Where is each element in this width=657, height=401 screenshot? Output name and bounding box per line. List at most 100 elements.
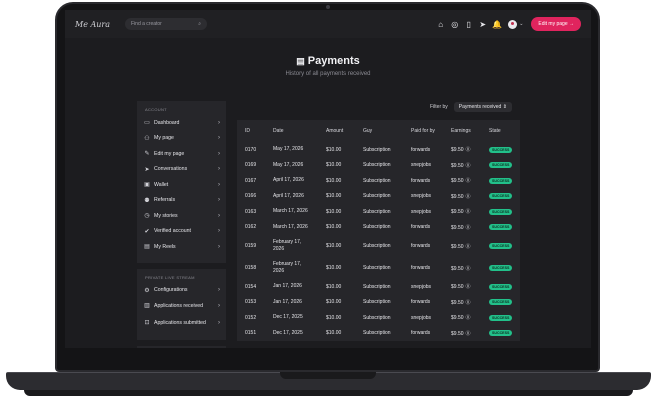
cell-type: Subscription [363, 208, 391, 215]
users-icon: ⚉ [144, 197, 150, 204]
cell-amount: $10.00 [326, 265, 342, 271]
send-icon[interactable]: ➤ [478, 20, 487, 29]
sidebar-item-referrals[interactable]: ⚉ Referrals › [137, 193, 226, 209]
earnings-value: $9.50 [451, 147, 464, 154]
home-icon[interactable]: ⌂ [436, 20, 445, 29]
cell-id: 0159 [245, 243, 257, 249]
earnings-value: $9.50 [451, 265, 464, 272]
compass-icon[interactable]: ◎ [450, 20, 459, 29]
bell-icon[interactable]: 🔔 [492, 20, 502, 29]
info-icon[interactable]: ⓪ [466, 284, 471, 290]
cell-type: Subscription [363, 224, 391, 231]
info-icon[interactable]: ⓪ [466, 163, 471, 169]
search-icon[interactable]: ⌕ [198, 21, 201, 27]
sidebar-item-edit-my-page[interactable]: ✎ Edit my page › [137, 146, 226, 162]
cell-amount: $10.00 [326, 283, 342, 290]
laptop-frame: Me Aura ⌕ ⌂ ◎ ▯ ➤ 🔔 ⌄ Edit my page → ▤Pa… [0, 0, 657, 401]
sidebar-item-my-page[interactable]: ⚇ My page › [137, 131, 226, 147]
sidebar-item-applications-submitted[interactable]: ⊡ Applications submitted › [137, 314, 226, 332]
cell-type: Subscription [363, 265, 391, 271]
sidebar-item-label: My stories [154, 212, 178, 219]
sidebar-item-my-stories[interactable]: ◷ My stories › [137, 208, 226, 224]
sidebar-section-header: PRIVATE LIVE STREAM [145, 274, 195, 280]
chevron-right-icon: › [218, 319, 220, 326]
sidebar-item-label: Applications received [154, 302, 204, 309]
info-icon[interactable]: ⓪ [466, 194, 471, 200]
cell-state: SUCCESS [481, 224, 520, 231]
gear-icon: ⚙ [144, 287, 150, 294]
sidebar: ACCOUNT ▭ Dashboard › ⚇ My page › ✎ Edit my p… [137, 101, 226, 348]
cell-earnings: $9.50 ⓪ [443, 193, 481, 200]
info-icon[interactable]: ⓪ [466, 315, 471, 321]
user-icon: ⚇ [144, 135, 150, 142]
avatar[interactable] [508, 19, 518, 29]
cell-paid-by: forwards [411, 177, 431, 184]
cell-type: Subscription [363, 330, 391, 337]
info-icon[interactable]: ⓪ [466, 244, 471, 250]
status-badge: SUCCESS [489, 177, 513, 184]
cell-paid-by: snepjobs [411, 193, 432, 200]
table-row: 0159 February 17, 2026 $10.00 Subscription f… [237, 235, 520, 257]
table-row: 0163 March 17, 2026 $10.00 Subscription snep… [237, 204, 520, 220]
sidebar-item-verified-account[interactable]: ✔ Verified account › [137, 224, 226, 240]
sidebar-live-section: PRIVATE LIVE STREAM ⚙ Configurations › ▥ Ap… [137, 268, 226, 335]
cell-id: 0170 [245, 146, 257, 153]
info-icon[interactable]: ⓪ [466, 178, 471, 184]
laptop-foot [24, 390, 633, 396]
table-row: 0169 May 17, 2026 $10.00 Subscription snepjo… [237, 158, 520, 174]
search-box[interactable]: ⌕ [125, 18, 207, 30]
cell-id: 0154 [245, 283, 257, 290]
cell-id: 0151 [245, 330, 257, 337]
info-icon[interactable]: ⓪ [466, 225, 471, 231]
send-icon: ➤ [144, 166, 150, 173]
cell-type: Subscription [363, 243, 391, 249]
earnings-value: $9.50 [451, 224, 464, 231]
chevron-right-icon: › [218, 243, 220, 250]
sidebar-item-wallet[interactable]: ▣ Wallet › [137, 177, 226, 193]
chevron-right-icon: › [218, 212, 220, 219]
sidebar-item-label: Edit my page [154, 150, 185, 157]
info-icon[interactable]: ⓪ [466, 209, 471, 215]
earnings-value: $9.50 [451, 162, 464, 169]
status-badge: SUCCESS [489, 146, 513, 153]
cell-id: 0152 [245, 314, 257, 321]
logo[interactable]: Me Aura [75, 20, 115, 29]
cell-state: SUCCESS [481, 265, 520, 271]
info-icon[interactable]: ⓪ [466, 147, 471, 153]
cell-earnings: $9.50 ⓪ [443, 177, 481, 184]
earnings-value: $9.50 [451, 330, 464, 337]
filter-select[interactable]: Payments received ⇕ [453, 102, 512, 112]
sidebar-item-my-reels[interactable]: ▤ My Reels › [137, 239, 226, 255]
cell-amount: $10.00 [326, 330, 342, 337]
edit-my-page-button[interactable]: Edit my page → [531, 17, 581, 31]
cell-id: 0153 [245, 299, 257, 306]
nav-icons: ⌂ ◎ ▯ ➤ 🔔 ⌄ Edit my page → [431, 17, 581, 31]
header-amount: Amount [326, 128, 344, 134]
cell-amount: $10.00 [326, 299, 342, 306]
header-state: State [489, 128, 501, 134]
info-icon[interactable]: ⓪ [466, 266, 471, 272]
cell-state: SUCCESS [481, 243, 520, 249]
laptop-notch [280, 372, 376, 379]
cell-paid-by: forwards [411, 265, 431, 271]
chevron-down-icon[interactable]: ⌄ [519, 21, 523, 27]
cell-amount: $10.00 [326, 314, 342, 321]
status-badge: SUCCESS [489, 265, 513, 271]
header-earnings: Earnings [451, 128, 471, 134]
sidebar-item-conversations[interactable]: ➤ Conversations › [137, 162, 226, 178]
cell-id: 0158 [245, 265, 257, 271]
sidebar-item-configurations[interactable]: ⚙ Configurations › [137, 283, 226, 299]
status-badge: SUCCESS [489, 299, 513, 306]
cell-earnings: $9.50 ⓪ [443, 265, 481, 272]
cell-earnings: $9.50 ⓪ [443, 283, 481, 290]
cell-state: SUCCESS [481, 146, 520, 153]
cell-earnings: $9.50 ⓪ [443, 314, 481, 321]
search-input[interactable] [131, 21, 191, 27]
info-icon[interactable]: ⓪ [466, 300, 471, 306]
screen: Me Aura ⌕ ⌂ ◎ ▯ ➤ 🔔 ⌄ Edit my page → ▤Pa… [65, 10, 591, 348]
info-icon[interactable]: ⓪ [466, 331, 471, 337]
sidebar-item-dashboard[interactable]: ▭ Dashboard › [137, 115, 226, 131]
sidebar-item-applications-received[interactable]: ▥ Applications received › [137, 298, 226, 314]
clipboard-icon[interactable]: ▯ [464, 20, 473, 29]
cell-state: SUCCESS [481, 299, 520, 306]
